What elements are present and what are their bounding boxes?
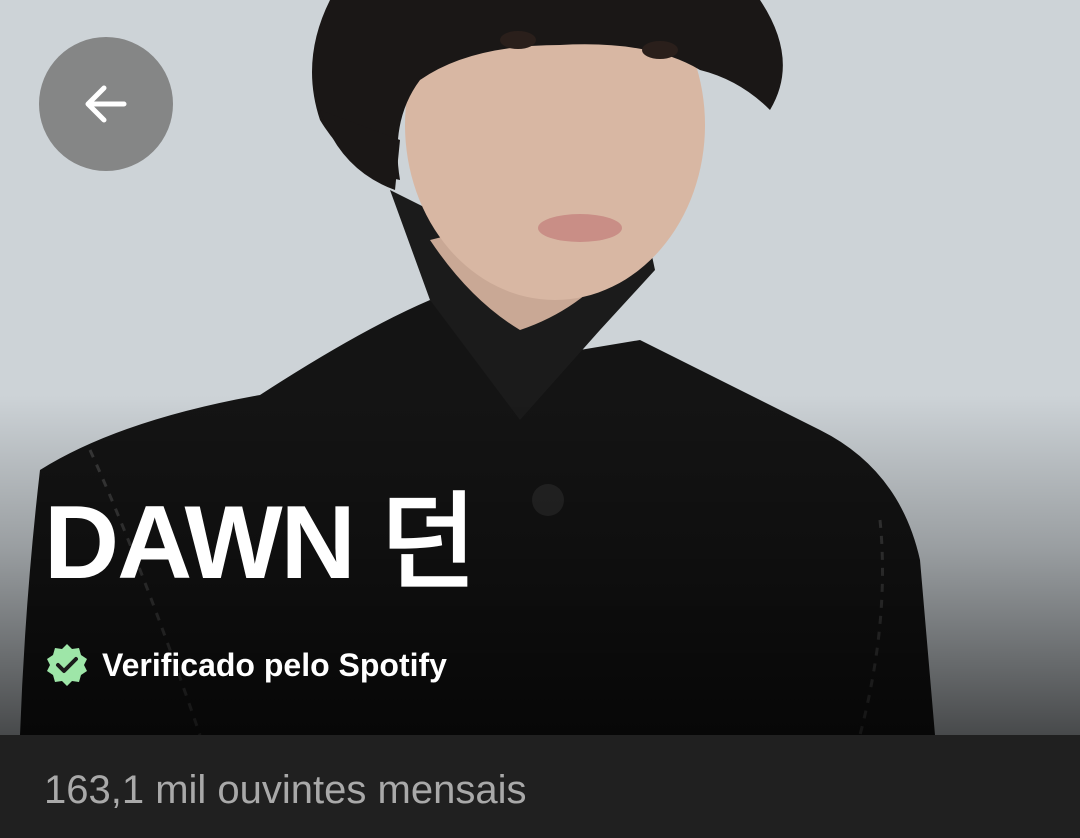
- arrow-left-icon: [85, 85, 127, 123]
- artist-header-image: DAWN 던 Verificado pelo Spotify: [0, 0, 1080, 735]
- monthly-listeners: 163,1 mil ouvintes mensais: [44, 768, 527, 812]
- artist-name: DAWN 던: [44, 485, 476, 601]
- verified-status: Verificado pelo Spotify: [44, 640, 447, 690]
- verified-label: Verificado pelo Spotify: [102, 646, 447, 683]
- verified-badge-icon: [44, 642, 90, 688]
- artist-page: DAWN 던 Verificado pelo Spotify 163,1 mil…: [0, 0, 1080, 838]
- back-button[interactable]: [39, 37, 173, 171]
